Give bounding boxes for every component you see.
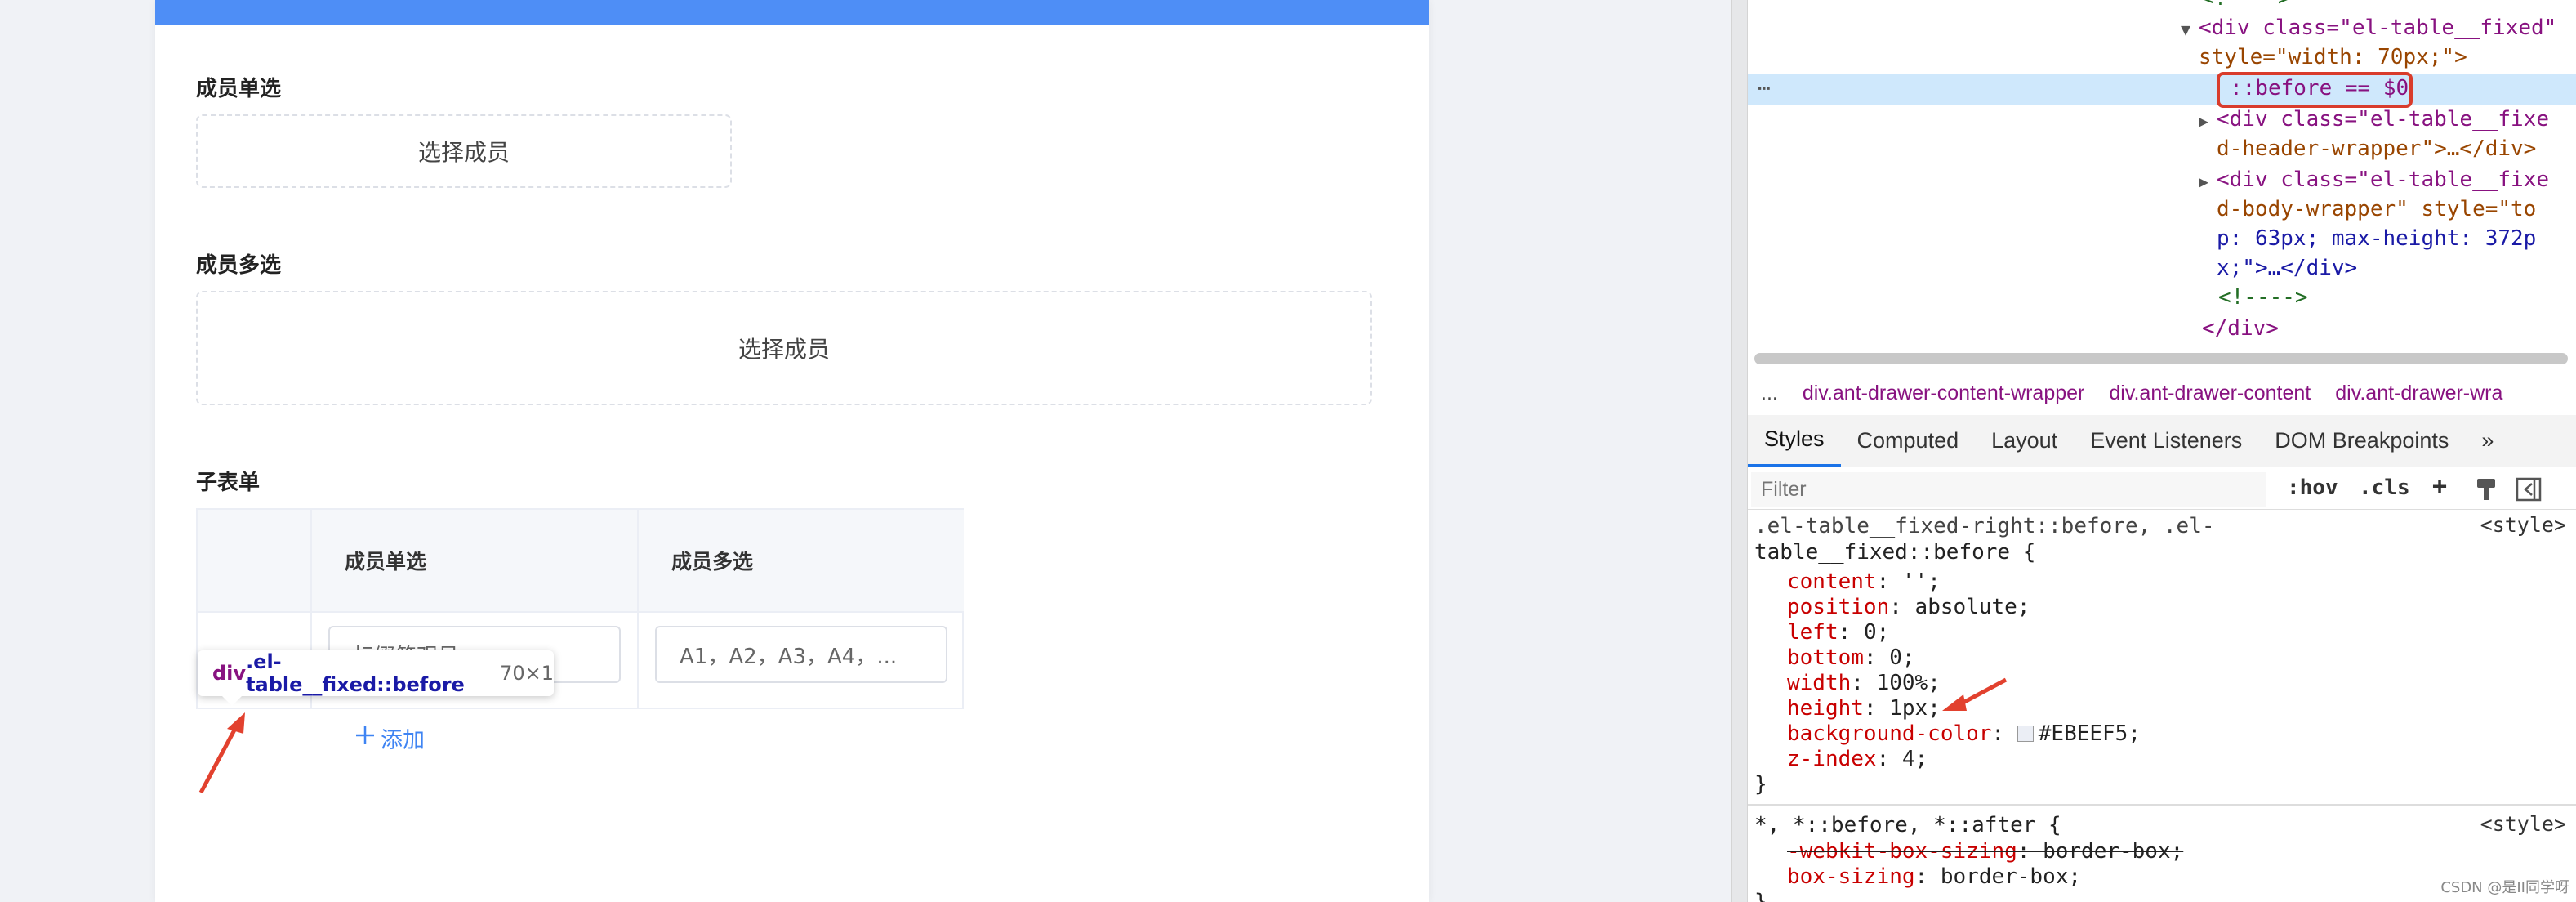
tooltip-selector: .el-table__fixed::before (246, 650, 465, 696)
dom-horizontal-scrollbar[interactable] (1754, 353, 2568, 364)
color-swatch[interactable] (2017, 726, 2034, 742)
breadcrumb: ... div.ant-drawer-content-wrapper div.a… (1748, 373, 2576, 413)
multi-member-label: 成员多选 (196, 253, 282, 278)
add-row-label: 添加 (381, 728, 425, 753)
paint-brush-icon[interactable] (2475, 477, 2498, 505)
dom-line-body-wrapper-c[interactable]: p: 63px; max-height: 372p (2217, 224, 2536, 253)
more-actions-icon[interactable]: ⋯ (1758, 74, 1771, 103)
dom-line-comment[interactable]: <!----> (2218, 283, 2308, 312)
row-multi-input[interactable]: A1，A2，A3，A4，... (655, 626, 947, 683)
styles-toolbar: :hov .cls + (1748, 469, 2576, 510)
add-row-link[interactable]: 添加 (354, 722, 425, 754)
dom-line-body-wrapper-d[interactable]: x;">…</div> (2217, 253, 2357, 283)
panel-splitter[interactable] (1731, 0, 1748, 902)
breadcrumb-drawer-content[interactable]: div.ant-drawer-content (2109, 382, 2311, 405)
table-header-index (198, 510, 312, 611)
tab-event-listeners[interactable]: Event Listeners (2074, 415, 2258, 467)
dom-line-body-wrapper-b[interactable]: d-body-wrapper" style="to (2217, 194, 2536, 224)
inspect-tooltip: div .el-table__fixed::before 70×1 (198, 650, 554, 696)
breadcrumb-more[interactable]: ... (1761, 382, 1778, 405)
single-member-label: 成员单选 (196, 77, 282, 101)
rule-separator (1748, 804, 2576, 806)
rule-selector-line-2[interactable]: table__fixed::before { (1754, 538, 2035, 567)
rule2-source-link[interactable]: <style> (2480, 812, 2566, 836)
breadcrumb-drawer-content-wrapper[interactable]: div.ant-drawer-content-wrapper (1803, 382, 2085, 405)
styles-filter-input[interactable] (1751, 472, 2266, 507)
dom-line-fixed-div[interactable]: <div class="el-table__fixed" (2199, 13, 2556, 42)
table-cell-multi: A1，A2，A3，A4，... (639, 613, 964, 709)
devtools-subtabs: Styles Computed Layout Event Listeners D… (1748, 415, 2576, 467)
rule-source-link[interactable]: <style> (2480, 513, 2566, 537)
plus-icon (354, 725, 376, 752)
dom-line-comment-top[interactable]: <!----> (2201, 0, 2291, 13)
single-member-picker[interactable]: 选择成员 (196, 114, 732, 188)
expand-triangle-icon[interactable]: ▼ (2181, 20, 2190, 39)
app-area: 成员单选 选择成员 成员多选 选择成员 子表单 成员单选 成员多选 标缀简观号 … (0, 0, 1731, 902)
tab-styles[interactable]: Styles (1748, 415, 1841, 467)
tooltip-arrow (221, 694, 243, 706)
annotation-arrow-icon (198, 712, 245, 794)
annotation-arrow-icon (1942, 677, 2008, 711)
table-header-multi: 成员多选 (639, 510, 964, 611)
dom-line-header-wrapper-b[interactable]: d-header-wrapper">…</div> (2217, 134, 2536, 163)
dom-line-header-wrapper-a[interactable]: <div class="el-table__fixe (2217, 105, 2549, 134)
devtools-panel: <!----> ▼ <div class="el-table__fixed" s… (1748, 0, 2576, 902)
watermark: CSDN @是II同学呀 (2440, 879, 2569, 896)
toggle-sidebar-icon[interactable] (2516, 477, 2542, 505)
subform-label: 子表单 (196, 471, 261, 495)
tooltip-tag: div (212, 662, 247, 685)
collapse-triangle-icon[interactable]: ▶ (2199, 111, 2208, 131)
css-prop-z-index[interactable]: z-index: 4; (1787, 744, 1928, 774)
tab-overflow[interactable]: » (2465, 415, 2510, 467)
tab-dom-breakpoints[interactable]: DOM Breakpoints (2258, 415, 2465, 467)
tab-computed[interactable]: Computed (1841, 415, 1976, 467)
dom-line-close-div[interactable]: </div> (2202, 314, 2279, 343)
selected-node-highlight (1748, 74, 2576, 105)
css-prop-box-sizing[interactable]: box-sizing: border-box; (1787, 862, 2081, 891)
cls-toggle[interactable]: .cls (2359, 476, 2410, 500)
rule-selector-line-1[interactable]: .el-table__fixed-right::before, .el- (1754, 511, 2215, 541)
breadcrumb-drawer-wrapper[interactable]: div.ant-drawer-wra (2335, 382, 2502, 405)
new-rule-icon[interactable]: + (2432, 472, 2447, 501)
dom-line-body-wrapper-a[interactable]: <div class="el-table__fixe (2217, 165, 2549, 194)
rule-close-brace: } (1754, 772, 1767, 797)
table-header-single: 成员单选 (312, 510, 639, 611)
rule2-selector[interactable]: *, *::before, *::after { (1754, 810, 2061, 840)
tooltip-dimensions: 70×1 (500, 662, 554, 685)
collapse-triangle-icon[interactable]: ▶ (2199, 172, 2208, 191)
dom-line-fixed-style[interactable]: style="width: 70px;"> (2199, 42, 2467, 72)
multi-member-picker[interactable]: 选择成员 (196, 291, 1372, 405)
before-highlight-box (2217, 72, 2413, 108)
hov-toggle[interactable]: :hov (2287, 476, 2338, 500)
tab-layout[interactable]: Layout (1975, 415, 2074, 467)
drawer-header-bar (155, 0, 1429, 25)
drawer-panel: 成员单选 选择成员 成员多选 选择成员 子表单 成员单选 成员多选 标缀简观号 … (155, 0, 1429, 902)
rule2-close-brace: } (1754, 890, 1767, 902)
